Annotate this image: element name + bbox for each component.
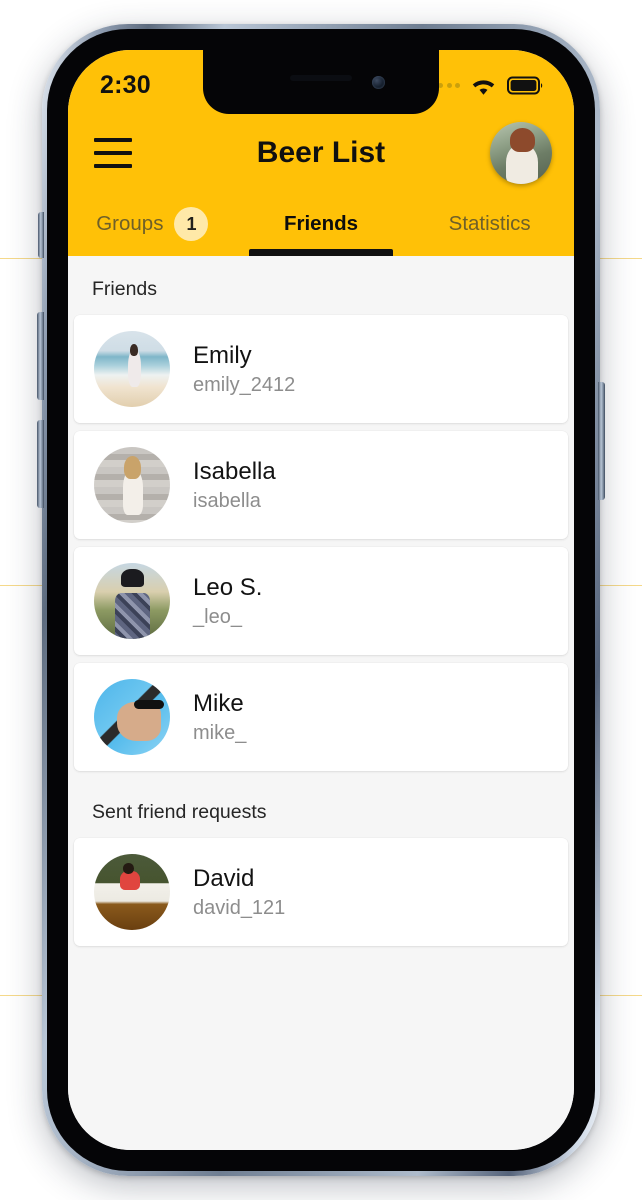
friend-handle: david_121 — [193, 897, 286, 920]
avatar-isabella — [94, 447, 170, 523]
tab-groups-label: Groups — [96, 212, 164, 235]
front-camera-icon — [372, 76, 385, 89]
friend-handle: isabella — [193, 490, 261, 513]
wifi-icon — [472, 79, 495, 95]
avatar-leo — [94, 563, 170, 639]
avatar-mike — [94, 679, 170, 755]
sent-request-list-item[interactable]: David david_121 — [74, 838, 568, 946]
friend-meta: Mike mike_ — [193, 689, 246, 746]
power-button[interactable] — [598, 382, 605, 500]
friend-handle: mike_ — [193, 722, 247, 745]
phone-screen: 2:30 Beer List Groups 1 Friends Statisti… — [68, 50, 574, 1150]
friend-name: Mike — [193, 689, 244, 717]
friend-meta: Leo S. _leo_ — [193, 573, 262, 630]
friend-list-item[interactable]: Mike mike_ — [74, 663, 568, 771]
friend-list-item[interactable]: Leo S. _leo_ — [74, 547, 568, 655]
tab-statistics-label: Statistics — [448, 212, 531, 235]
avatar-emily — [94, 331, 170, 407]
friend-meta: David david_121 — [193, 864, 285, 921]
silent-switch-button[interactable] — [38, 212, 44, 258]
profile-avatar-image — [490, 122, 552, 184]
friend-handle: _leo_ — [193, 606, 242, 629]
display-notch — [203, 50, 439, 114]
navigation-bar: Beer List — [68, 114, 574, 192]
friends-list-content: Friends Emily emily_2412 Isabella isabel… — [68, 256, 574, 1150]
friend-name: Isabella — [193, 457, 276, 485]
friend-name: Emily — [193, 341, 252, 369]
volume-up-button[interactable] — [37, 312, 44, 400]
phone-bezel: 2:30 Beer List Groups 1 Friends Statisti… — [47, 29, 595, 1171]
friend-meta: Emily emily_2412 — [193, 341, 295, 398]
avatar-david — [94, 854, 170, 930]
friend-list-item[interactable]: Emily emily_2412 — [74, 315, 568, 423]
tab-friends[interactable]: Friends — [237, 192, 406, 256]
friend-name: Leo S. — [193, 573, 263, 601]
section-header-friends: Friends — [92, 278, 158, 300]
status-bar-clock: 2:30 — [100, 70, 151, 99]
tab-statistics[interactable]: Statistics — [405, 192, 574, 256]
friend-handle: emily_2412 — [193, 374, 296, 397]
hamburger-menu-icon[interactable] — [94, 138, 132, 168]
tab-friends-label: Friends — [283, 212, 359, 235]
status-bar-indicators — [429, 69, 545, 96]
profile-avatar[interactable] — [490, 122, 552, 184]
phone-frame: 2:30 Beer List Groups 1 Friends Statisti… — [42, 24, 600, 1176]
tab-groups-badge: 1 — [174, 207, 209, 241]
friend-meta: Isabella isabella — [193, 457, 276, 514]
friend-list-item[interactable]: Isabella isabella — [74, 431, 568, 539]
screenshot-stage: 2:30 Beer List Groups 1 Friends Statisti… — [0, 0, 642, 1200]
tab-bar: Groups 1 Friends Statistics — [68, 192, 574, 256]
earpiece-speaker-icon — [290, 75, 352, 81]
volume-down-button[interactable] — [37, 420, 44, 508]
friend-name: David — [193, 864, 255, 892]
tab-groups[interactable]: Groups 1 — [68, 192, 237, 256]
section-header-sent-requests: Sent friend requests — [92, 801, 267, 823]
battery-full-icon — [507, 76, 543, 94]
